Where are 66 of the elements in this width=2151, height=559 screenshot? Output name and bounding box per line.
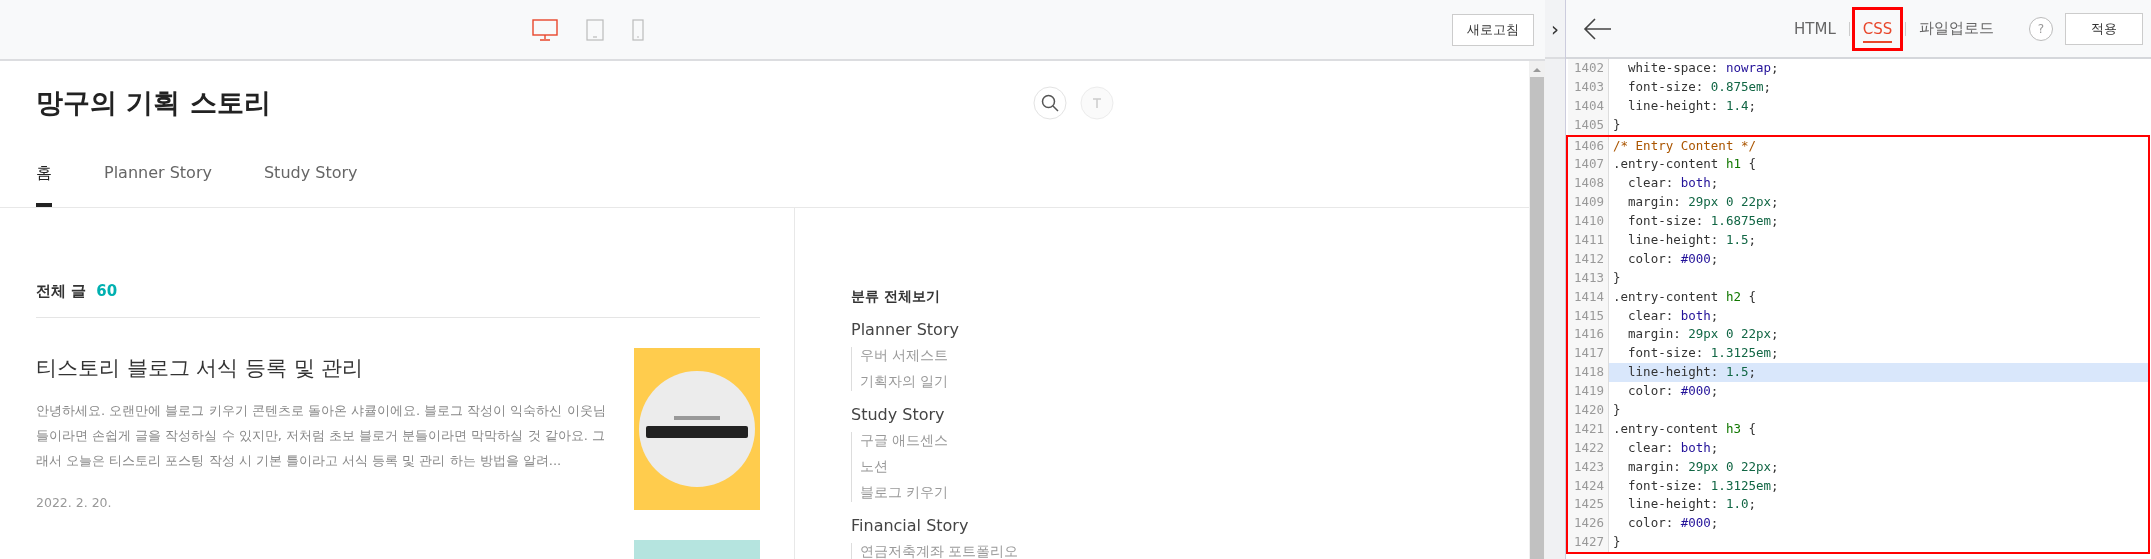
code-line: white-space: nowrap;	[1627, 59, 1780, 77]
code-line: font-size: 1.3125em;	[1627, 476, 1780, 495]
code-line: clear: both;	[1627, 438, 1720, 457]
post-count: 60	[96, 282, 118, 300]
post-title[interactable]: 티스토리 블로그 서식 등록 및 관리	[36, 354, 616, 382]
line-number: 1419	[1568, 382, 1609, 402]
line-number: 1408	[1568, 174, 1609, 194]
code-line: margin: 29px 0 22px;	[1627, 193, 1780, 212]
tablet-icon[interactable]	[586, 18, 604, 41]
code-line: .entry-content h1 {	[1612, 155, 1757, 174]
line-number: 1406	[1568, 136, 1609, 156]
code-line: margin: 29px 0 22px;	[1627, 325, 1780, 344]
code-line: /* Entry Content */	[1612, 136, 1757, 155]
code-line: clear: both;	[1627, 174, 1720, 193]
category-link[interactable]: Financial Story	[851, 516, 1019, 535]
post-list-heading: 전체 글	[36, 282, 87, 301]
line-number: 1425	[1568, 495, 1609, 515]
line-number: 1409	[1568, 193, 1609, 213]
line-number: 1411	[1568, 231, 1609, 250]
blog-title[interactable]: 망구의 기획 스토리	[36, 85, 271, 121]
nav-tab[interactable]: 홈	[36, 163, 52, 207]
code-line: margin: 29px 0 22px;	[1627, 457, 1780, 476]
code-line: }	[1612, 268, 1622, 287]
line-number: 1410	[1568, 212, 1609, 231]
code-line: line-height: 1.4;	[1627, 96, 1757, 115]
apply-button[interactable]: 적용	[2065, 12, 2143, 45]
back-arrow-icon[interactable]	[1583, 16, 1613, 41]
nav-tab[interactable]: Planner Story	[104, 163, 212, 207]
code-line: line-height: 1.5;	[1627, 231, 1757, 249]
code-line: }	[1612, 401, 1622, 420]
post-excerpt: 안녕하세요. 오랜만에 블로그 키우기 콘텐츠로 돌아온 샤큘이에요. 블로그 작성이 익숙하신 이웃님들이라면 손쉽게 글을 작성하실 수 있지만, 저처럼 초보 블로거 분들이라면 막막하실 것 같아요. 그래서 오늘은 티스토리 포스팅 작성 시 기본 틀이라고 서식 등록 및 관리 하는 방법을 알려...	[36, 402, 607, 470]
line-number: 1418	[1568, 363, 1609, 383]
code-line: .entry-content h2 {	[1612, 287, 1757, 306]
monitor-icon[interactable]	[532, 18, 558, 41]
line-number: 1407	[1568, 155, 1609, 175]
line-number: 1427	[1568, 533, 1609, 553]
editor-tab[interactable]: HTML	[1783, 6, 1847, 51]
category-link[interactable]: Planner Story	[851, 320, 1019, 339]
scrollbar[interactable]	[1529, 61, 1545, 559]
scroll-top-icon[interactable]	[1080, 86, 1114, 120]
search-icon[interactable]	[1033, 86, 1067, 120]
line-number: 1426	[1568, 514, 1609, 534]
code-line: color: #000;	[1627, 514, 1720, 533]
line-number: 1417	[1568, 344, 1609, 364]
code-line: font-size: 1.6875em;	[1627, 212, 1780, 231]
post-date: 2022. 2. 20.	[36, 495, 113, 510]
editor-tab[interactable]: CSS	[1851, 6, 1904, 51]
code-line: line-height: 1.0;	[1627, 495, 1757, 514]
scroll-up-icon[interactable]	[1532, 67, 1542, 73]
nav-tab[interactable]: Study Story	[263, 163, 358, 207]
code-line: color: #000;	[1627, 249, 1720, 268]
editor-tab[interactable]: 파일업로드	[1908, 6, 2006, 51]
code-line: }	[1612, 533, 1622, 552]
category-link[interactable]: Study Story	[851, 405, 1019, 424]
code-line: clear: both;	[1627, 306, 1720, 325]
line-number: 1416	[1568, 325, 1609, 345]
code-line: font-size: 0.875em;	[1627, 77, 1773, 96]
category-heading[interactable]: 분류 전체보기	[851, 288, 1019, 306]
line-number: 1402	[1568, 59, 1609, 78]
code-line: .entry-content h3 {	[1612, 419, 1757, 438]
refresh-button[interactable]: 새로고침	[1452, 13, 1534, 46]
code-line: }	[1612, 115, 1622, 134]
code-line: color: #000;	[1627, 382, 1720, 401]
phone-icon[interactable]	[632, 18, 644, 41]
code-line: font-size: 1.3125em;	[1627, 344, 1780, 363]
line-number: 1420	[1568, 401, 1609, 420]
